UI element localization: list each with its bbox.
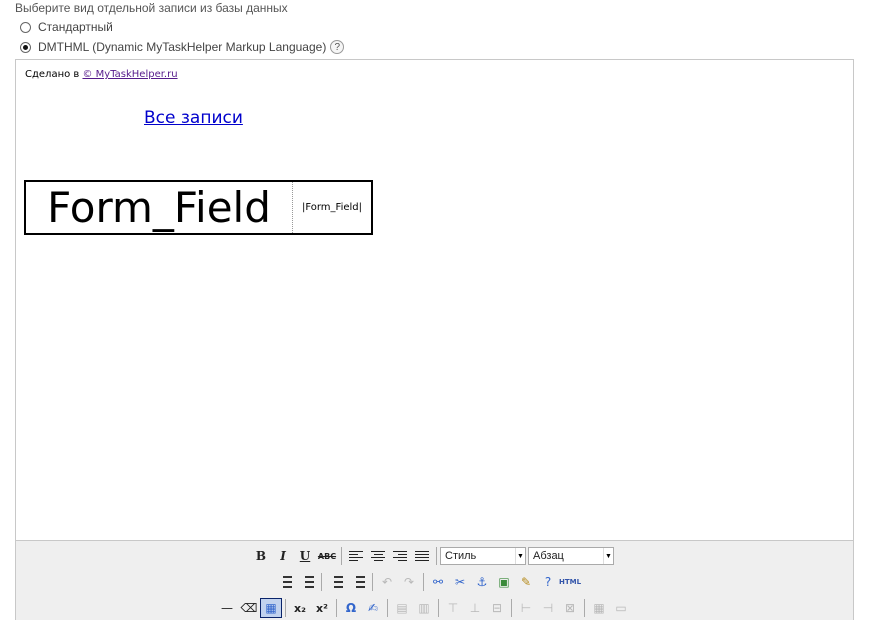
bullet-list-icon [278, 576, 292, 588]
option-standard[interactable]: Стандартный [20, 20, 113, 34]
bullet-list-button[interactable] [274, 572, 296, 592]
toolbar-separator [436, 547, 437, 565]
style-select-value: Стиль [445, 550, 477, 562]
edit-button[interactable]: ✍ [362, 598, 384, 618]
option-dmthml[interactable]: DMTHML (Dynamic MyTaskHelper Markup Lang… [20, 40, 345, 54]
merge-cells-button[interactable]: ▭ [610, 598, 632, 618]
underline-button[interactable]: U [294, 546, 316, 566]
insert-col-after-button[interactable]: ⊣ [537, 598, 559, 618]
eraser-button[interactable]: ⌫ [238, 598, 260, 618]
subscript-button[interactable]: x₂ [289, 598, 311, 618]
style-select[interactable]: Стиль ▼ [440, 547, 526, 565]
option-standard-label[interactable]: Стандартный [38, 20, 113, 34]
chevron-down-icon: ▼ [515, 548, 525, 564]
align-center-icon [371, 551, 385, 561]
image-button[interactable]: ▣ [493, 572, 515, 592]
toolbar-separator [321, 573, 322, 591]
cell-properties-button[interactable]: ▥ [413, 598, 435, 618]
insert-row-before-button[interactable]: ⊤ [442, 598, 464, 618]
align-justify-button[interactable] [411, 546, 433, 566]
indent-icon [351, 576, 365, 588]
outdent-icon [329, 576, 343, 588]
delete-col-button[interactable]: ⊠ [559, 598, 581, 618]
chevron-down-icon: ▼ [603, 548, 613, 564]
toolbar-separator [372, 573, 373, 591]
editor-toolbar: B I U ABC Стиль ▼ Абзац ▼ ↶ ↷ ⚯ ✂ ⚓ ▣ ✎ … [16, 540, 853, 620]
align-justify-icon [415, 551, 429, 561]
form-field-cell-large[interactable]: Form_Field [26, 182, 293, 233]
form-field-cell-small[interactable]: |Form_Field| [293, 182, 371, 233]
split-cells-button[interactable]: ▦ [588, 598, 610, 618]
help-icon[interactable]: ? [330, 40, 345, 54]
radio-standard[interactable] [20, 21, 31, 33]
toolbar-separator [423, 573, 424, 591]
page-heading: Выберите вид отдельной записи из базы да… [15, 1, 288, 15]
toolbar-row-2: ↶ ↷ ⚯ ✂ ⚓ ▣ ✎ ? HTML [274, 571, 581, 593]
cleanup-button[interactable]: ✎ [515, 572, 537, 592]
made-in-text: Сделано в © MyTaskHelper.ru [25, 69, 178, 80]
align-center-button[interactable] [367, 546, 389, 566]
superscript-button[interactable]: x² [311, 598, 333, 618]
italic-button[interactable]: I [272, 546, 294, 566]
indent-button[interactable] [347, 572, 369, 592]
align-left-button[interactable] [345, 546, 367, 566]
align-left-icon [349, 551, 363, 561]
link-button[interactable]: ⚯ [427, 572, 449, 592]
toolbar-separator [438, 599, 439, 617]
rich-text-editor: Сделано в © MyTaskHelper.ru Все записи F… [15, 59, 854, 620]
table-button[interactable]: ▦ [260, 598, 282, 618]
insert-row-after-button[interactable]: ⊥ [464, 598, 486, 618]
align-right-button[interactable] [389, 546, 411, 566]
toolbar-separator [285, 599, 286, 617]
outdent-button[interactable] [325, 572, 347, 592]
toolbar-row-1: B I U ABC Стиль ▼ Абзац ▼ [250, 545, 616, 567]
special-char-button[interactable]: Ω [340, 598, 362, 618]
horizontal-rule-button[interactable]: — [216, 598, 238, 618]
align-right-icon [393, 551, 407, 561]
editor-content-area[interactable]: Сделано в © MyTaskHelper.ru Все записи F… [16, 60, 853, 540]
toolbar-separator [584, 599, 585, 617]
toolbar-row-3: — ⌫ ▦ x₂ x² Ω ✍ ▤ ▥ ⊤ ⊥ ⊟ ⊢ ⊣ ⊠ ▦ ▭ [216, 597, 632, 619]
unlink-button[interactable]: ✂ [449, 572, 471, 592]
format-select[interactable]: Абзац ▼ [528, 547, 614, 565]
undo-button[interactable]: ↶ [376, 572, 398, 592]
html-source-button[interactable]: HTML [559, 572, 581, 592]
strikethrough-button[interactable]: ABC [316, 546, 338, 566]
insert-col-before-button[interactable]: ⊢ [515, 598, 537, 618]
toolbar-separator [387, 599, 388, 617]
row-properties-button[interactable]: ▤ [391, 598, 413, 618]
option-dmthml-label[interactable]: DMTHML (Dynamic MyTaskHelper Markup Lang… [38, 40, 326, 54]
radio-dmthml[interactable] [20, 41, 31, 53]
numbered-list-button[interactable] [296, 572, 318, 592]
toolbar-separator [341, 547, 342, 565]
made-in-prefix: Сделано в [25, 69, 80, 80]
redo-button[interactable]: ↷ [398, 572, 420, 592]
mytaskhelper-link[interactable]: © MyTaskHelper.ru [82, 69, 177, 80]
toolbar-separator [336, 599, 337, 617]
format-select-value: Абзац [533, 550, 564, 562]
delete-row-button[interactable]: ⊟ [486, 598, 508, 618]
toolbar-separator [511, 599, 512, 617]
help-button[interactable]: ? [537, 572, 559, 592]
all-records-link[interactable]: Все записи [144, 108, 243, 128]
bold-button[interactable]: B [250, 546, 272, 566]
numbered-list-icon [300, 576, 314, 588]
form-field-table[interactable]: Form_Field |Form_Field| [24, 180, 373, 235]
anchor-button[interactable]: ⚓ [471, 572, 493, 592]
